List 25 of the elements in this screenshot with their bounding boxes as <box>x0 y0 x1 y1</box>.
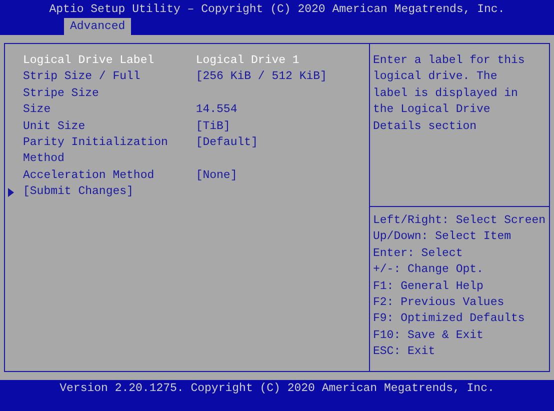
key-hint: F10: Save & Exit <box>373 328 484 344</box>
key-hint: F1: General Help <box>373 278 484 295</box>
triangle-icon <box>8 188 14 197</box>
setting-value[interactable]: [None] <box>196 168 238 184</box>
key-hint: ESC: Exit <box>373 344 436 360</box>
setting-label[interactable]: Unit Size <box>23 118 196 136</box>
setting-label[interactable]: Strip Size / Full Stripe Size <box>23 69 196 102</box>
submit-changes-link[interactable]: [Submit Changes] <box>23 184 134 201</box>
setting-value[interactable]: [Default] <box>196 135 258 168</box>
key-hint: Enter: Select <box>373 246 464 262</box>
window-title: Aptio Setup Utility – Copyright (C) 2020 American Megatrends, Inc. <box>48 2 506 18</box>
setting-label[interactable]: Size <box>23 102 196 119</box>
setting-label[interactable]: Parity Initialization Method <box>23 135 196 168</box>
setting-value[interactable]: [TiB] <box>196 118 230 136</box>
key-hint: Left/Right: Select Screen <box>373 213 547 229</box>
setting-value[interactable]: 14.554 <box>196 102 238 119</box>
setting-value[interactable]: [256 KiB / 512 KiB] <box>196 69 327 102</box>
help-text: Enter a label for this logical drive. The label is displayed in the Logical Drive Details section <box>373 53 526 135</box>
key-hint: +/-: Change Opt. <box>373 262 484 278</box>
menu-tab[interactable]: Advanced <box>64 18 132 35</box>
key-hint: Up/Down: Select Item <box>373 229 512 246</box>
key-hint: F9: Optimized Defaults <box>373 311 526 328</box>
version-text: Version 2.20.1275. Copyright (C) 2020 American Megatrends, Inc. <box>60 382 494 395</box>
setting-label[interactable]: Acceleration Method <box>23 168 196 184</box>
key-hint: F2: Previous Values <box>373 295 506 312</box>
